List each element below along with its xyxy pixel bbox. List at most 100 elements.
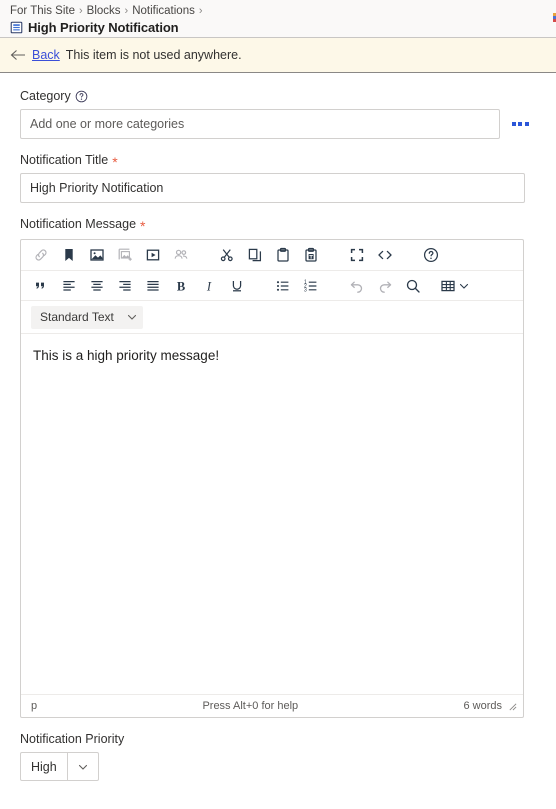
notification-priority-value: High (21, 753, 68, 780)
cut-button[interactable] (213, 242, 241, 268)
priority-dropdown-toggle[interactable] (68, 753, 98, 780)
notice-message: This item is not used anywhere. (65, 48, 242, 62)
align-right-button[interactable] (111, 273, 139, 299)
people-button[interactable] (167, 242, 195, 268)
bold-button[interactable]: B (167, 273, 195, 299)
source-code-button[interactable] (371, 242, 399, 268)
help-icon (423, 247, 439, 263)
notification-form: Category Add one or more categories Noti… (0, 73, 556, 718)
numbered-list-icon: 1 2 3 (304, 279, 317, 293)
format-select[interactable]: Standard Text (31, 305, 143, 329)
search-icon (406, 279, 420, 293)
cut-icon (220, 249, 233, 262)
notification-priority-field: Notification Priority High (0, 718, 556, 781)
chevron-down-icon (78, 764, 87, 770)
category-field: Category Add one or more categories (20, 89, 540, 139)
breadcrumb-item-notifications[interactable]: Notifications (132, 5, 195, 18)
editor-toolbar-row-1 (21, 240, 523, 271)
bullet-list-button[interactable] (269, 273, 297, 299)
paste-icon (277, 247, 289, 262)
required-asterisk: * (140, 218, 146, 234)
insert-video-icon (146, 249, 160, 261)
word-count: 6 words (463, 700, 502, 712)
resize-grip-icon[interactable] (508, 702, 517, 711)
blockquote-button[interactable] (27, 273, 55, 299)
image-placeholder-button[interactable] (111, 242, 139, 268)
italic-button[interactable]: I (195, 273, 223, 299)
insert-link-button[interactable] (27, 242, 55, 268)
editor-help-hint: Press Alt+0 for help (202, 700, 299, 712)
ellipsis-dot (524, 122, 529, 126)
table-button[interactable] (437, 273, 471, 299)
align-justify-icon (147, 280, 159, 291)
notification-title-field: Notification Title * High Priority Notif… (20, 153, 540, 203)
editor-paragraph[interactable]: This is a high priority message! (33, 347, 511, 366)
chevron-down-icon (127, 314, 136, 320)
notification-title-label: Notification Title (20, 153, 109, 167)
help-circle-icon[interactable] (75, 90, 88, 103)
bullet-list-icon (276, 280, 289, 291)
breadcrumb-item-blocks[interactable]: Blocks (87, 5, 121, 18)
copy-button[interactable] (241, 242, 269, 268)
notification-priority-label: Notification Priority (20, 732, 125, 746)
editor-content-area[interactable]: This is a high priority message! (21, 334, 523, 694)
ellipsis-dot (511, 122, 516, 126)
editor-toolbar-row-3: Standard Text (21, 301, 523, 334)
editor-status-bar: p Press Alt+0 for help 6 words (21, 694, 523, 717)
redo-button[interactable] (371, 273, 399, 299)
category-input[interactable]: Add one or more categories (20, 109, 500, 139)
bookmark-icon (65, 249, 73, 261)
editor-help-button[interactable] (417, 242, 445, 268)
numbered-list-button[interactable]: 1 2 3 (297, 273, 325, 299)
italic-icon: I (206, 279, 212, 293)
paste-as-text-button[interactable] (297, 242, 325, 268)
redo-icon (379, 281, 392, 293)
format-select-value: Standard Text (40, 310, 114, 324)
page-title-row: High Priority Notification (10, 20, 546, 35)
insert-image-button[interactable] (83, 242, 111, 268)
notification-message-label-row: Notification Message * (20, 217, 540, 234)
table-icon (440, 280, 455, 291)
align-left-icon (63, 280, 75, 291)
underline-icon (232, 280, 242, 291)
fullscreen-button[interactable] (343, 242, 371, 268)
align-center-icon (91, 280, 103, 291)
category-more-button[interactable] (500, 109, 540, 139)
arrow-left-icon[interactable] (10, 49, 26, 61)
svg-text:B: B (177, 279, 185, 293)
notification-message-field: Notification Message * B I 1 2 3 Standar… (20, 217, 540, 718)
chevron-down-icon (459, 283, 468, 289)
notification-title-label-row: Notification Title * (20, 153, 540, 169)
underline-button[interactable] (223, 273, 251, 299)
back-link[interactable]: Back (32, 48, 60, 62)
notification-title-input[interactable]: High Priority Notification (20, 173, 525, 203)
align-left-button[interactable] (55, 273, 83, 299)
document-icon (10, 21, 23, 34)
paste-as-text-icon (305, 247, 317, 262)
undo-button[interactable] (343, 273, 371, 299)
breadcrumb: For This Site › Blocks › Notifications › (10, 5, 546, 18)
breadcrumb-separator: › (78, 5, 83, 17)
notification-priority-select[interactable]: High (20, 752, 99, 781)
undo-icon (350, 281, 363, 293)
paste-button[interactable] (269, 242, 297, 268)
notice-bar: Back This item is not used anywhere. (0, 38, 556, 73)
insert-video-button[interactable] (139, 242, 167, 268)
fullscreen-icon (350, 248, 364, 262)
rich-text-editor: B I 1 2 3 Standard Text This is a high p… (20, 239, 524, 718)
breadcrumb-item-for-this-site[interactable]: For This Site (10, 5, 75, 18)
breadcrumb-separator: › (198, 5, 203, 17)
insert-image-icon (90, 249, 104, 261)
align-justify-button[interactable] (139, 273, 167, 299)
find-replace-button[interactable] (399, 273, 427, 299)
people-icon (174, 249, 188, 259)
category-input-row: Add one or more categories (20, 109, 540, 139)
align-center-button[interactable] (83, 273, 111, 299)
page-title: High Priority Notification (28, 20, 179, 35)
page-header: For This Site › Blocks › Notifications ›… (0, 0, 556, 38)
breadcrumb-separator: › (124, 5, 129, 17)
bookmark-button[interactable] (55, 242, 83, 268)
align-right-icon (119, 280, 131, 291)
bold-icon: B (177, 279, 185, 293)
svg-text:3: 3 (304, 287, 307, 293)
